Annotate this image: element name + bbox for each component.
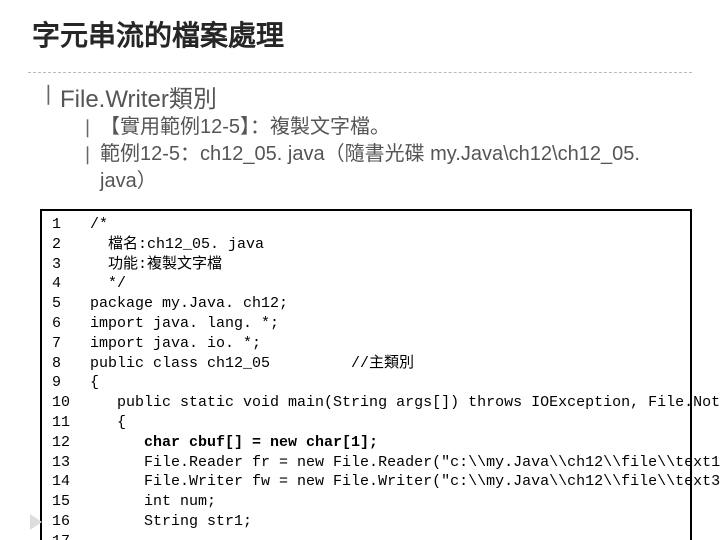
list-item: ❘ 【實用範例12-5】：複製文字檔。 bbox=[80, 114, 692, 141]
code-line: 功能:複製文字檔 bbox=[90, 255, 720, 275]
code-line-numbers: 1 2 3 4 5 6 7 8 9 10 11 12 13 14 15 16 1… bbox=[42, 211, 76, 540]
slide-corner-icon bbox=[30, 514, 42, 530]
divider bbox=[28, 72, 692, 73]
code-content: /* 檔名:ch12_05. java 功能:複製文字檔 */package m… bbox=[76, 211, 720, 540]
heading-text: File.Writer類別 bbox=[60, 79, 692, 114]
list-item-text: 【實用範例12-5】：複製文字檔。 bbox=[100, 114, 692, 141]
list-item: ❘ 範例12-5：ch12_05. java（隨書光碟 my.Java\ch12… bbox=[80, 141, 692, 195]
code-line: */ bbox=[90, 274, 720, 294]
code-line: 檔名:ch12_05. java bbox=[90, 235, 720, 255]
code-line: File.Writer fw = new File.Writer("c:\\my… bbox=[90, 472, 720, 492]
page-title: 字元串流的檔案處理 bbox=[32, 14, 692, 54]
content-body: ❘ File.Writer類別 ❘ 【實用範例12-5】：複製文字檔。 ❘ 範例… bbox=[28, 79, 692, 540]
bullet-icon: ❘ bbox=[80, 141, 100, 195]
code-line: String str1; bbox=[90, 512, 720, 532]
sub-list: ❘ 【實用範例12-5】：複製文字檔。 ❘ 範例12-5：ch12_05. ja… bbox=[80, 114, 692, 195]
code-line: package my.Java. ch12; bbox=[90, 294, 720, 314]
code-line: import java. io. *; bbox=[90, 334, 720, 354]
code-line: int num; bbox=[90, 492, 720, 512]
code-line: public static void main(String args[]) t… bbox=[90, 393, 720, 413]
heading-1: ❘ File.Writer類別 bbox=[40, 79, 692, 114]
code-box: 1 2 3 4 5 6 7 8 9 10 11 12 13 14 15 16 1… bbox=[40, 209, 692, 540]
code-line: public class ch12_05 //主類別 bbox=[90, 354, 720, 374]
code-line: { bbox=[90, 373, 720, 393]
code-line: char cbuf[] = new char[1]; bbox=[90, 433, 720, 453]
list-item-text: 範例12-5：ch12_05. java（隨書光碟 my.Java\ch12\c… bbox=[100, 141, 692, 195]
code-line: /* bbox=[90, 215, 720, 235]
bullet-icon: ❘ bbox=[80, 114, 100, 141]
code-line: { bbox=[90, 413, 720, 433]
code-line: File.Reader fr = new File.Reader("c:\\my… bbox=[90, 453, 720, 473]
bullet-icon: ❘ bbox=[40, 79, 60, 109]
code-line: import java. lang. *; bbox=[90, 314, 720, 334]
